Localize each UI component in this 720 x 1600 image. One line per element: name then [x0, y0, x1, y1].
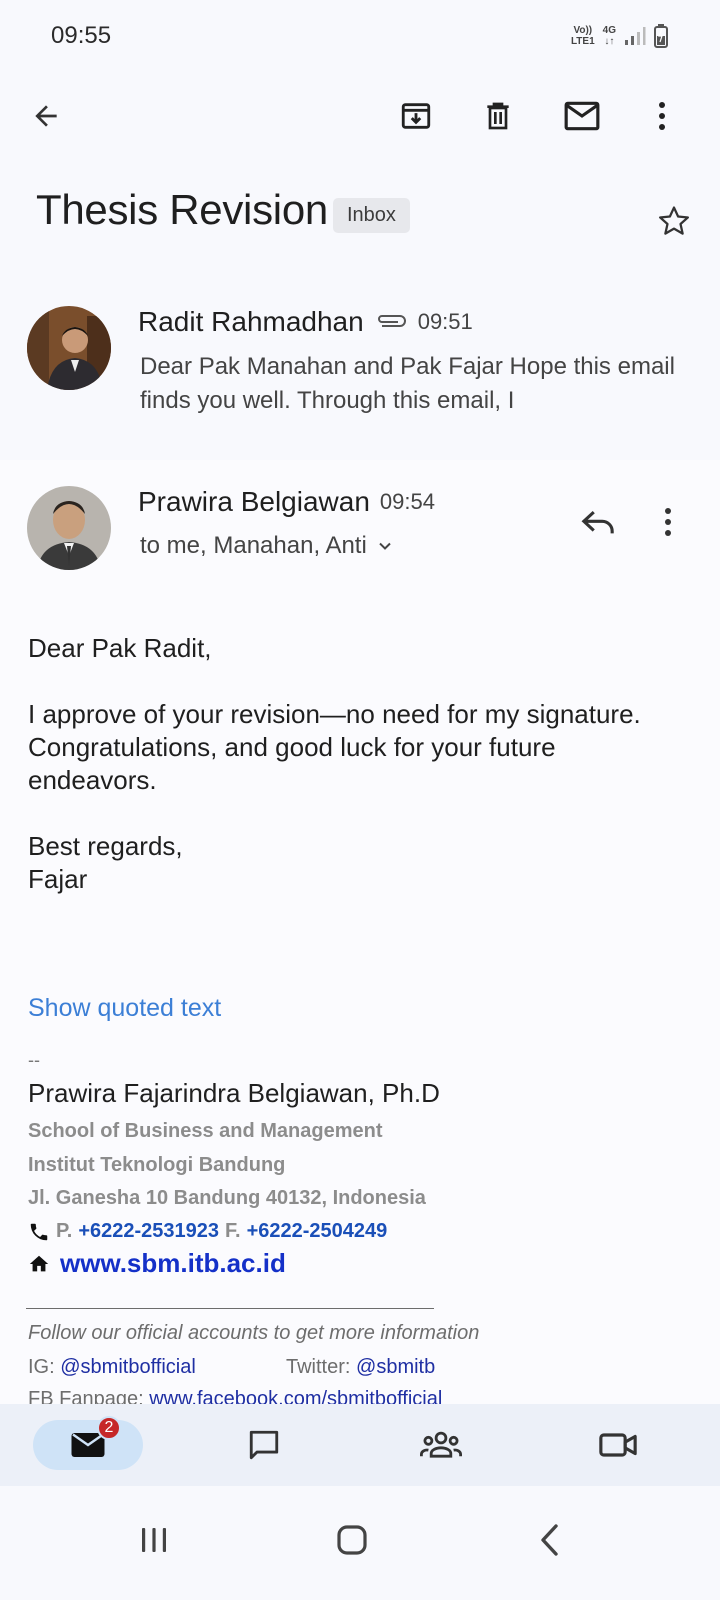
- more-options-button[interactable]: [642, 96, 682, 136]
- meet-icon: [599, 1433, 637, 1457]
- home-icon: [29, 1255, 49, 1271]
- email-toolbar: [0, 84, 720, 148]
- email-subject: Thesis Revision: [36, 186, 328, 233]
- nav-chat[interactable]: [224, 1420, 304, 1470]
- back-arrow-icon: [35, 105, 57, 127]
- unread-badge: 2: [97, 1416, 121, 1440]
- signature-name: Prawira Fajarindra Belgiawan, Ph.D: [28, 1078, 440, 1108]
- home-nav-icon: [337, 1525, 367, 1555]
- more-vert-icon: [659, 102, 665, 130]
- message-snippet: Dear Pak Manahan and Pak Fajar Hope this…: [140, 353, 675, 414]
- sender-name: Radit Rahmadhan: [138, 306, 364, 337]
- chat-icon: [249, 1430, 279, 1460]
- phone-link[interactable]: +6222-2531923: [78, 1220, 219, 1243]
- recents-button[interactable]: [124, 1510, 184, 1570]
- archive-button[interactable]: [396, 96, 436, 136]
- star-button[interactable]: [657, 204, 691, 243]
- message-time: 09:54: [379, 489, 435, 514]
- website-link[interactable]: www.sbm.itb.ac.id: [60, 1248, 286, 1279]
- reply-button[interactable]: [576, 500, 620, 544]
- message-time: 09:51: [417, 309, 473, 334]
- fax-link[interactable]: +6222-2504249: [247, 1220, 388, 1243]
- body-name: Fajar: [28, 864, 88, 894]
- system-navigation: [0, 1486, 720, 1600]
- delete-icon: [487, 102, 509, 130]
- body-line: Congratulations, and good luck for your …: [28, 732, 556, 795]
- back-button[interactable]: [26, 96, 66, 136]
- system-back-button[interactable]: [520, 1510, 580, 1570]
- sender-name: Prawira Belgiawan: [138, 486, 370, 517]
- nav-meet[interactable]: [578, 1420, 658, 1470]
- nav-mail[interactable]: 2: [33, 1416, 143, 1470]
- avatar: [27, 486, 111, 570]
- status-bar: 09:55 Vo)) LTE1 4G ↓↑: [0, 0, 720, 72]
- website-row: www.sbm.itb.ac.id: [28, 1248, 286, 1279]
- avatar: [27, 306, 111, 390]
- archive-icon: [401, 103, 431, 129]
- phone-icon: [30, 1223, 48, 1240]
- spaces-icon: [420, 1431, 462, 1458]
- nav-spaces[interactable]: [401, 1420, 481, 1470]
- body-greeting: Dear Pak Radit,: [28, 633, 212, 663]
- star-icon: [658, 206, 690, 235]
- signature-divider: [26, 1308, 434, 1309]
- signature-address: Jl. Ganesha 10 Bandung 40132, Indonesia: [28, 1187, 426, 1209]
- body-line: I approve of your revision—no need for m…: [28, 699, 641, 729]
- attachment-icon: [377, 315, 406, 327]
- instagram-row: IG: @sbmitbofficial: [28, 1356, 196, 1378]
- signature-contact: P. +6222-2531923 F. +6222-2504249: [28, 1220, 387, 1243]
- message-body: Dear Pak Radit, I approve of your revisi…: [28, 632, 668, 896]
- recents-icon: [142, 1528, 166, 1552]
- twitter-link[interactable]: @sbmitb: [356, 1356, 435, 1378]
- system-back-icon: [541, 1524, 558, 1556]
- follow-text: Follow our official accounts to get more…: [28, 1322, 480, 1344]
- volte-icon: Vo)) LTE1: [570, 25, 595, 47]
- delete-button[interactable]: [478, 96, 518, 136]
- recipients-text: to me, Manahan, Anti: [140, 532, 367, 559]
- expanded-message: Prawira Belgiawan 09:54 to me, Manahan, …: [0, 460, 720, 1420]
- signature-school: School of Business and Management: [28, 1120, 383, 1142]
- mark-unread-icon: [564, 101, 600, 131]
- home-button[interactable]: [322, 1510, 382, 1570]
- status-icons: Vo)) LTE1 4G ↓↑: [571, 24, 668, 48]
- data-arrows-icon: 4G ↓↑: [602, 25, 616, 47]
- mark-unread-button[interactable]: [562, 96, 602, 136]
- show-quoted-text-link[interactable]: Show quoted text: [28, 994, 221, 1023]
- more-vert-icon: [665, 508, 671, 536]
- signature-institute: Institut Teknologi Bandung: [28, 1154, 286, 1176]
- signature-separator: --: [28, 1050, 40, 1070]
- battery-icon: [654, 24, 668, 48]
- twitter-row: Twitter: @sbmitb: [286, 1356, 436, 1378]
- recipients-toggle[interactable]: to me, Manahan, Anti: [140, 532, 395, 560]
- instagram-link[interactable]: @sbmitbofficial: [60, 1356, 196, 1378]
- inbox-label-chip[interactable]: Inbox: [333, 198, 410, 233]
- collapsed-message[interactable]: Radit Rahmadhan 09:51 Dear Pak Manahan a…: [0, 306, 720, 446]
- chevron-down-icon: [379, 542, 391, 550]
- body-closing: Best regards,: [28, 831, 183, 861]
- signal-icon: [625, 27, 646, 45]
- bottom-navigation: 2: [0, 1404, 720, 1486]
- status-time: 09:55: [51, 22, 112, 49]
- message-more-button[interactable]: [656, 500, 680, 544]
- reply-icon: [581, 510, 614, 534]
